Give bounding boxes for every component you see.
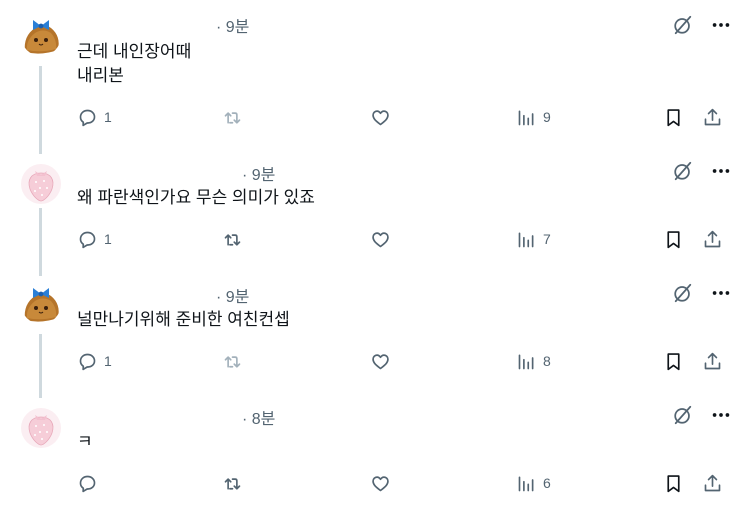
reply-count: 1 xyxy=(104,109,112,125)
views-count: 7 xyxy=(543,231,551,247)
more-dots-icon[interactable] xyxy=(708,402,734,428)
grok-slash-icon[interactable] xyxy=(670,402,696,428)
share-upload-icon xyxy=(704,108,721,125)
repost-button[interactable] xyxy=(222,347,243,375)
heart-icon xyxy=(372,475,389,491)
bookmark-icon xyxy=(667,108,680,126)
views-button[interactable]: 7 xyxy=(516,225,551,253)
bookmark-button[interactable] xyxy=(663,103,684,131)
reply-bubble-icon xyxy=(79,109,96,126)
avatar[interactable] xyxy=(21,284,61,324)
post-text: 근데 내인장어때 내리본 xyxy=(77,42,192,85)
post-text: 왜 파란색인가요 무슨 의미가 있죠 xyxy=(77,188,315,207)
reply-post[interactable]: · 9분 근데 내인장어때 내리본 1 9 xyxy=(0,0,742,150)
more-dots-icon[interactable] xyxy=(708,280,734,306)
repost-arrows-icon xyxy=(224,355,241,368)
views-count: 6 xyxy=(543,475,551,491)
views-button[interactable]: 6 xyxy=(516,469,551,497)
reply-post[interactable]: · 8분 ㅋ 6 xyxy=(0,394,742,515)
like-button[interactable] xyxy=(370,469,391,497)
post-timestamp[interactable]: · 8분 xyxy=(242,405,275,429)
like-button[interactable] xyxy=(370,347,391,375)
reply-bubble-icon xyxy=(79,231,96,248)
post-text: 널만나기위해 준비한 여친컨셉 xyxy=(77,310,290,329)
bookmark-icon xyxy=(667,352,680,370)
views-bars-icon xyxy=(518,354,534,369)
repost-button[interactable] xyxy=(222,469,243,497)
share-button[interactable] xyxy=(702,225,723,253)
repost-arrows-icon xyxy=(224,477,241,490)
share-button[interactable] xyxy=(702,103,723,131)
bookmark-button[interactable] xyxy=(663,347,684,375)
reply-bubble-icon xyxy=(79,353,96,370)
like-button[interactable] xyxy=(370,103,391,131)
more-dots-icon[interactable] xyxy=(708,12,734,38)
reply-count: 1 xyxy=(104,231,112,247)
like-button[interactable] xyxy=(370,225,391,253)
heart-icon xyxy=(372,231,389,247)
grok-slash-icon[interactable] xyxy=(670,158,696,184)
views-button[interactable]: 9 xyxy=(516,103,551,131)
reply-button[interactable] xyxy=(77,469,104,497)
views-count: 9 xyxy=(543,109,551,125)
post-timestamp[interactable]: · 9분 xyxy=(216,13,249,37)
views-bars-icon xyxy=(518,476,534,491)
views-bars-icon xyxy=(518,110,534,125)
avatar[interactable] xyxy=(21,408,61,448)
post-text: ㅋ xyxy=(77,432,93,451)
share-button[interactable] xyxy=(702,347,723,375)
bookmark-icon xyxy=(667,230,680,248)
heart-icon xyxy=(372,353,389,369)
views-bars-icon xyxy=(518,232,534,247)
views-count: 8 xyxy=(543,353,551,369)
more-dots-icon[interactable] xyxy=(708,158,734,184)
repost-button[interactable] xyxy=(222,225,243,253)
reply-post[interactable]: · 9분 널만나기위해 준비한 여친컨셉 1 8 xyxy=(0,272,742,394)
reply-post[interactable]: · 9분 왜 파란색인가요 무슨 의미가 있죠 1 7 xyxy=(0,150,742,272)
reply-button[interactable]: 1 xyxy=(77,225,112,253)
post-timestamp[interactable]: · 9분 xyxy=(242,161,275,185)
reply-count: 1 xyxy=(104,353,112,369)
avatar[interactable] xyxy=(21,164,61,204)
post-timestamp[interactable]: · 9분 xyxy=(216,283,249,307)
reply-button[interactable]: 1 xyxy=(77,103,112,131)
share-upload-icon xyxy=(704,474,721,491)
bookmark-button[interactable] xyxy=(663,469,684,497)
share-button[interactable] xyxy=(702,469,723,497)
share-upload-icon xyxy=(704,352,721,369)
bookmark-button[interactable] xyxy=(663,225,684,253)
bookmark-icon xyxy=(667,474,680,492)
reply-bubble-icon xyxy=(79,475,96,492)
share-upload-icon xyxy=(704,230,721,247)
avatar[interactable] xyxy=(21,16,61,56)
heart-icon xyxy=(372,109,389,125)
repost-arrows-icon xyxy=(224,233,241,246)
grok-slash-icon[interactable] xyxy=(670,12,696,38)
reply-button[interactable]: 1 xyxy=(77,347,112,375)
views-button[interactable]: 8 xyxy=(516,347,551,375)
repost-button[interactable] xyxy=(222,103,243,131)
repost-arrows-icon xyxy=(224,111,241,124)
grok-slash-icon[interactable] xyxy=(670,280,696,306)
